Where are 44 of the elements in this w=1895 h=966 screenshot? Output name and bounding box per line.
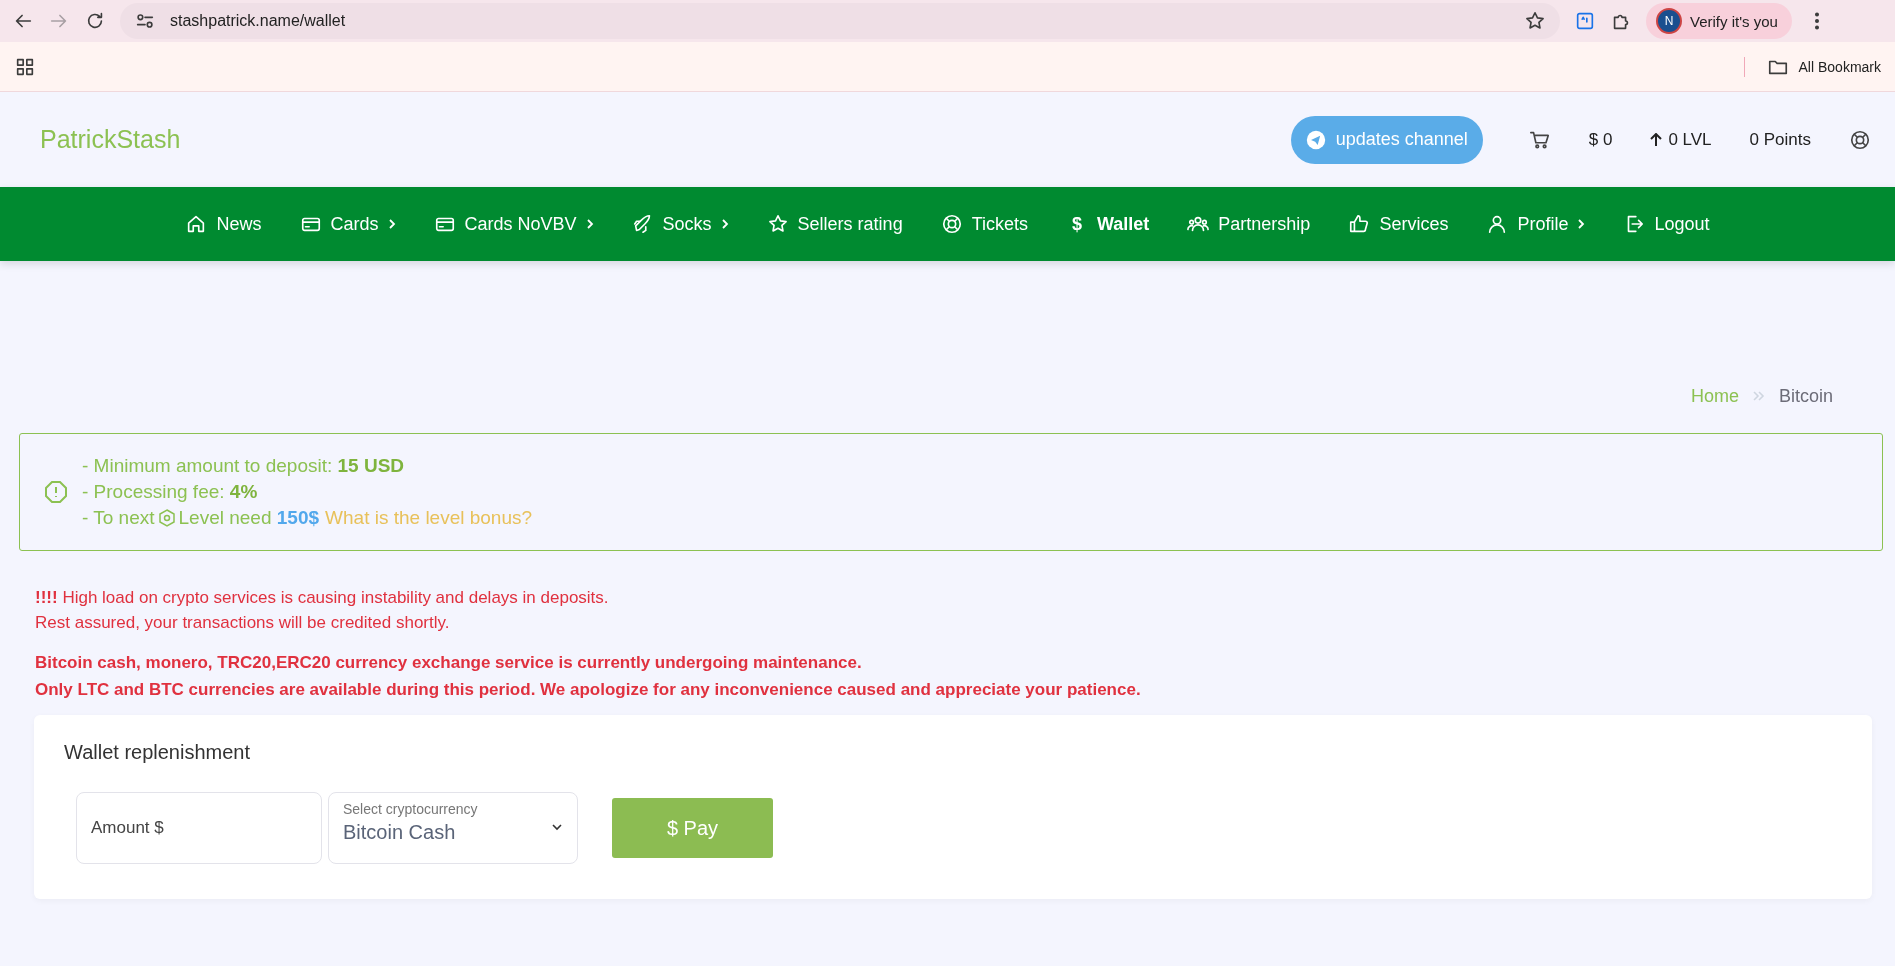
nav-item[interactable]: Socks	[612, 213, 748, 235]
nav-item[interactable]: Partnership	[1168, 213, 1330, 235]
amount-field[interactable]: Amount $	[76, 792, 322, 864]
chevron-down-icon	[551, 823, 563, 831]
maintenance-notice: Only LTC and BTC currencies are available during this period. We apologize for any inconvenience caused and appreciate your patience.	[35, 679, 1142, 701]
bookmarks-folder[interactable]: All Bookmark	[1798, 58, 1881, 75]
profile-button[interactable]: N Verify it's you	[1646, 3, 1792, 39]
avatar-icon: N	[1656, 8, 1682, 34]
alert-text: Rest assured, your transactions will be credited shortly.	[35, 612, 451, 634]
send-icon	[1305, 129, 1326, 150]
card-title: Wallet replenishment	[64, 741, 251, 764]
nav-item[interactable]: Services	[1329, 213, 1468, 235]
star-icon	[766, 213, 789, 235]
level-count: 0 LVL	[1668, 129, 1712, 150]
address-field[interactable]: stashpatrick.name/wallet	[120, 3, 1560, 39]
info-line: Level need 150$	[178, 507, 320, 529]
nav-item[interactable]: Tickets	[921, 213, 1047, 235]
maintenance-notice: Bitcoin cash, monero, TRC20,ERC20 currency exchange service is currently undergoing maintenance.	[35, 652, 863, 674]
alert-text: !!!! High load on crypto services is causing instability and delays in deposits.	[35, 587, 610, 609]
alert-octagon-icon	[44, 480, 68, 504]
nav-item[interactable]: Sellers rating	[747, 213, 922, 235]
bookmark-star-icon[interactable]	[1524, 10, 1546, 32]
info-line: - Minimum amount to deposit: 15 USD	[82, 455, 406, 477]
info-line: - Processing fee: 4%	[82, 481, 259, 503]
thumbs-up-icon	[1348, 213, 1371, 235]
dollar-icon: $	[1066, 213, 1088, 235]
updates-channel-button[interactable]: updates channel	[1290, 115, 1483, 164]
lifebuoy-icon[interactable]	[1849, 128, 1871, 151]
nav-item[interactable]: Logout	[1604, 213, 1729, 235]
balance: $ 0	[1588, 129, 1613, 150]
up-arrow-icon	[1650, 132, 1663, 147]
extension-badge-icon[interactable]	[1574, 10, 1596, 32]
cryptocurrency-select[interactable]: Select cryptocurrency Bitcoin Cash	[328, 792, 578, 864]
nav-item[interactable]: Profile	[1467, 213, 1605, 235]
nav-item[interactable]: Cards	[280, 213, 415, 235]
nav-item[interactable]: Cards NoVBV	[414, 213, 613, 235]
info-line: - To next	[82, 507, 155, 529]
points-count: 0 Points	[1749, 129, 1811, 150]
breadcrumb-current: Bitcoin	[1778, 385, 1833, 407]
hexagon-icon	[158, 509, 175, 527]
double-chevron-icon	[1752, 390, 1765, 402]
nav-item[interactable]: News	[166, 213, 281, 235]
lifebuoy-icon	[940, 213, 963, 235]
nav-item[interactable]: $ Wallet	[1047, 213, 1169, 235]
